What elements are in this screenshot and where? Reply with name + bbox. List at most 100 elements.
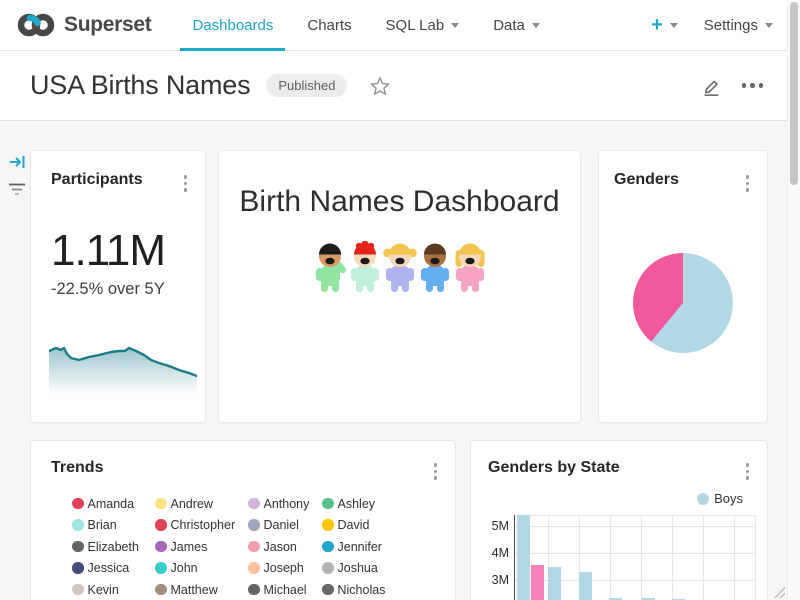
chevron-down-icon [670,23,678,28]
legend-dot [248,498,260,510]
kid-black-hair-green [313,241,347,298]
legend-dot [72,541,84,553]
legend-dot [248,562,260,574]
bar-girls[interactable] [531,565,544,600]
card-genders-by-state: Genders by State Boys 5M 4M 3M [470,440,768,600]
legend-item[interactable]: John [155,561,248,575]
nav-item-data[interactable]: Data [481,0,552,50]
legend-item-boys[interactable]: Boys [697,491,743,506]
chart-title: Genders by State [488,459,620,477]
chart-title: Participants [51,171,143,189]
scrollbar-thumb[interactable] [790,2,798,185]
legend-item[interactable]: Matthew [155,583,248,597]
legend-dot [322,498,334,510]
legend-item[interactable]: Brian [72,518,155,532]
chart-title: Trends [51,459,103,477]
big-number-value: 1.11M [51,226,205,276]
nav-item-dashboards[interactable]: Dashboards [180,0,285,50]
legend-dot [248,584,260,596]
infinity-logo-icon [16,11,56,39]
bar-boys[interactable] [579,572,592,600]
legend-item[interactable]: Kevin [72,583,155,597]
kid-red-hair-mint [348,241,382,298]
legend-dot [155,584,167,596]
brand-name: Superset [64,13,151,37]
gbs-plot [514,515,756,600]
trendline-sparkline[interactable] [49,339,197,393]
chevron-down-icon [765,23,773,28]
legend-item[interactable]: Joseph [248,561,322,575]
plus-icon: + [651,15,663,35]
top-nav: Superset Dashboards Charts SQL Lab Data … [0,0,787,51]
page-scrollbar [787,0,800,600]
legend-item[interactable]: Anthony [248,497,322,511]
genders-pie[interactable] [633,253,733,353]
legend-item[interactable]: Joshua [322,561,455,575]
published-badge[interactable]: Published [266,74,347,97]
legend-item[interactable]: Jason [248,540,322,554]
nav-menu: Dashboards Charts SQL Lab Data [175,0,556,50]
kid-blonde-pigtails-purple [383,241,417,298]
legend-item[interactable]: Daniel [248,518,322,532]
card-trends: Trends AmandaAndrewAnthonyAshley BrianChr… [30,440,456,600]
legend-item[interactable]: Christopher [155,518,248,532]
more-options-kebab[interactable] [432,459,440,484]
more-options-kebab[interactable] [744,171,752,196]
legend-item[interactable]: James [155,540,248,554]
favorite-star-icon[interactable] [369,75,391,97]
dashboard-header: USA Births Names Published [0,51,787,121]
chevron-down-icon [532,23,540,28]
card-genders: Genders [598,150,768,423]
legend-dot [322,562,334,574]
new-item-button[interactable]: + [651,15,678,35]
legend-dot [322,519,334,531]
legend-item[interactable]: Michael [248,583,322,597]
filter-icon[interactable] [8,182,26,202]
legend-dot [155,541,167,553]
card-markdown: Birth Names Dashboard [218,150,581,423]
legend-item[interactable]: Andrew [155,497,248,511]
y-axis-tick: 4M [477,546,509,560]
legend-item[interactable]: Jessica [72,561,155,575]
filter-lines-icon [8,182,26,197]
markdown-heading: Birth Names Dashboard [219,185,580,219]
legend-item[interactable]: Amanda [72,497,155,511]
legend-dot [697,493,709,505]
page-title: USA Births Names [30,70,250,101]
nav-item-sql-lab[interactable]: SQL Lab [374,0,472,50]
more-options-kebab[interactable] [182,171,190,196]
superset-logo[interactable]: Superset [16,11,151,39]
legend-item[interactable]: Jennifer [322,540,455,554]
trends-legend: AmandaAndrewAnthonyAshley BrianChristophe… [72,497,455,600]
expand-filter-bar-button[interactable] [9,154,27,175]
y-axis-tick: 5M [477,519,509,533]
legend-item[interactable]: Elizabeth [72,540,155,554]
nav-right: + Settings [651,15,773,35]
legend-dot [155,498,167,510]
dashboard-canvas: Participants 1.11M -22.5% over 5Y [0,121,800,600]
legend-item[interactable]: Ashley [322,497,455,511]
more-options-kebab[interactable] [744,459,752,484]
kids-row [219,241,580,298]
edit-dashboard-button[interactable] [700,75,722,97]
header-actions [700,51,764,120]
legend-item[interactable]: Nicholas [322,583,455,597]
pencil-icon [700,75,722,97]
y-axis-tick: 3M [477,573,509,587]
more-actions-ellipsis[interactable] [742,83,764,88]
settings-menu[interactable]: Settings [704,17,773,34]
legend-item[interactable]: David [322,518,455,532]
legend-dot [322,584,334,596]
bar-boys[interactable] [517,515,530,600]
chart-title: Genders [614,171,679,189]
bar-boys[interactable] [548,567,561,600]
legend-dot [72,519,84,531]
legend-dot [72,584,84,596]
nav-item-charts[interactable]: Charts [295,0,363,50]
legend-dot [248,519,260,531]
superset-dashboard-screen: Superset Dashboards Charts SQL Lab Data … [0,0,800,600]
legend-dot [72,562,84,574]
kid-brown-hair-blue [418,241,452,298]
legend-dot [72,498,84,510]
legend-dot [322,541,334,553]
